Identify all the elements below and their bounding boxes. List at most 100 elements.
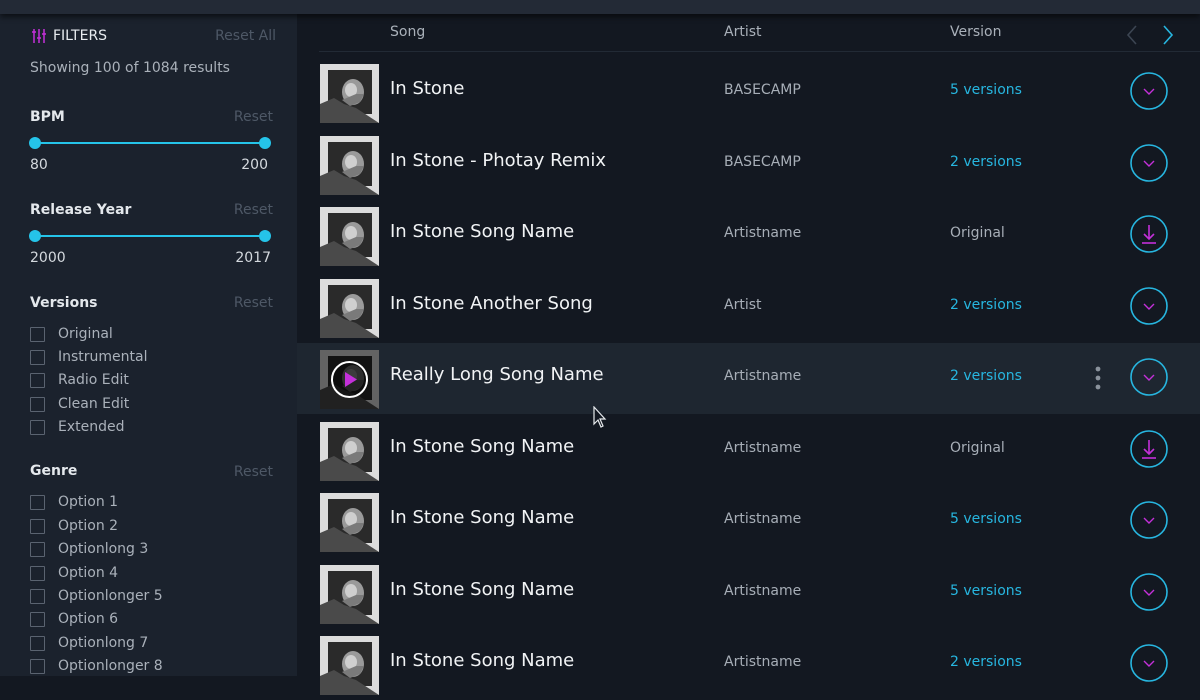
release-year-slider-track [35,235,265,237]
column-header-version[interactable]: Version [950,24,1001,40]
bpm-min-value: 80 [30,157,48,173]
more-options-icon[interactable] [1094,365,1102,391]
reset-all-button[interactable]: Reset All [215,28,276,44]
album-art[interactable] [320,636,379,695]
song-row[interactable]: In Stone - Photay Remix BASECAMP 2 version… [297,129,1200,200]
artist-name[interactable]: Artistname [724,583,801,599]
bpm-title: BPM [30,109,65,125]
song-row[interactable]: In Stone Song Name Artistname 2 versions [297,629,1200,700]
checkbox-label: Optionlonger 8 [58,658,163,674]
genre-checkbox-7[interactable]: Optionlong 7 [30,634,148,652]
artist-name[interactable]: Artistname [724,368,801,384]
artist-name[interactable]: Artist [724,297,762,313]
column-header-song[interactable]: Song [390,24,425,40]
bpm-max-value: 200 [241,157,268,173]
versions-link[interactable]: 2 versions [950,297,1022,313]
artist-name[interactable]: Artistname [724,654,801,670]
artist-name[interactable]: BASECAMP [724,82,801,98]
versions-link[interactable]: 2 versions [950,654,1022,670]
column-header-artist[interactable]: Artist [724,24,762,40]
checkbox[interactable] [30,419,45,435]
song-row[interactable]: In Stone Another Song Artist 2 versions [297,272,1200,343]
bpm-reset-button[interactable]: Reset [234,109,273,125]
bpm-max-handle[interactable] [259,137,271,149]
genre-reset-button[interactable]: Reset [234,464,273,480]
genre-checkbox-1[interactable]: Option 1 [30,493,118,511]
version-checkbox-original[interactable]: Original [30,325,113,343]
version-checkbox-clean-edit[interactable]: Clean Edit [30,395,129,413]
checkbox[interactable] [30,518,45,534]
checkbox[interactable] [30,611,45,627]
artist-name[interactable]: Artistname [724,440,801,456]
checkbox-label: Original [58,326,113,342]
version-checkbox-radio-edit[interactable]: Radio Edit [30,371,129,389]
song-row[interactable]: In Stone BASECAMP 5 versions [297,57,1200,128]
checkbox[interactable] [30,541,45,557]
artist-name[interactable]: Artistname [724,225,801,241]
song-row[interactable]: In Stone Song Name Artistname Original [297,415,1200,486]
checkbox[interactable] [30,326,45,342]
checkbox[interactable] [30,396,45,412]
release-year-max-handle[interactable] [259,230,271,242]
checkbox[interactable] [30,658,45,674]
download-icon[interactable] [1130,429,1168,468]
checkbox[interactable] [30,372,45,388]
version-checkbox-instrumental[interactable]: Instrumental [30,348,148,366]
song-row[interactable]: Really Long Song Name Artistname 2 version… [297,343,1200,414]
song-row[interactable]: In Stone Song Name Artistname 5 versions [297,558,1200,629]
versions-link[interactable]: 5 versions [950,82,1022,98]
song-title: In Stone [390,78,465,99]
versions-link[interactable]: 2 versions [950,368,1022,384]
album-art[interactable] [320,564,379,624]
checkbox-label: Option 1 [58,494,119,510]
genre-checkbox-8[interactable]: Optionlonger 8 [30,657,163,675]
genre-checkbox-3[interactable]: Optionlong 3 [30,540,148,558]
genre-checkbox-6[interactable]: Option 6 [30,610,118,628]
version-checkbox-extended[interactable]: Extended [30,418,125,436]
genre-checkbox-5[interactable]: Optionlonger 5 [30,587,163,605]
chevron-down-icon[interactable] [1130,72,1168,110]
song-row[interactable]: In Stone Song Name Artistname 5 versions [297,486,1200,557]
chevron-down-icon[interactable] [1130,286,1168,325]
bpm-slider[interactable] [29,137,271,149]
song-title: In Stone Song Name [390,435,575,457]
checkbox[interactable] [30,635,45,651]
album-art[interactable] [320,493,379,552]
versions-link[interactable]: 2 versions [950,154,1022,170]
album-art[interactable] [320,421,379,481]
album-art[interactable] [320,135,379,195]
album-art[interactable] [320,278,379,338]
genre-checkbox-4[interactable]: Option 4 [30,564,118,582]
download-icon[interactable] [1130,215,1168,253]
genre-checkbox-2[interactable]: Option 2 [30,517,118,535]
release-year-reset-button[interactable]: Reset [234,202,273,218]
chevron-down-icon[interactable] [1130,572,1168,611]
song-title: In Stone - Photay Remix [390,149,607,171]
album-art[interactable] [320,350,379,409]
chevron-down-icon[interactable] [1130,358,1168,396]
release-year-max-value: 2017 [235,250,271,266]
chevron-down-icon[interactable] [1130,644,1168,682]
release-year-slider[interactable] [29,230,271,242]
artist-name[interactable]: Artistname [724,511,801,527]
checkbox[interactable] [30,494,45,510]
release-year-min-handle[interactable] [29,230,41,242]
chevron-down-icon[interactable] [1130,501,1168,539]
song-row[interactable]: In Stone Song Name Artistname Original [297,200,1200,271]
chevron-right-icon[interactable] [1161,24,1175,46]
versions-link[interactable]: 5 versions [950,583,1022,599]
checkbox[interactable] [30,565,45,581]
chevron-left-icon[interactable] [1125,24,1139,46]
chevron-down-icon[interactable] [1130,143,1168,182]
album-art[interactable] [320,64,379,123]
checkbox[interactable] [30,349,45,365]
song-title: In Stone Song Name [390,507,575,528]
version-label: Original [950,225,1005,241]
checkbox[interactable] [30,588,45,604]
bpm-min-handle[interactable] [29,137,41,149]
versions-link[interactable]: 5 versions [950,511,1022,527]
artist-name[interactable]: BASECAMP [724,154,801,170]
play-icon[interactable] [330,360,369,399]
versions-reset-button[interactable]: Reset [234,295,273,311]
album-art[interactable] [320,207,379,266]
